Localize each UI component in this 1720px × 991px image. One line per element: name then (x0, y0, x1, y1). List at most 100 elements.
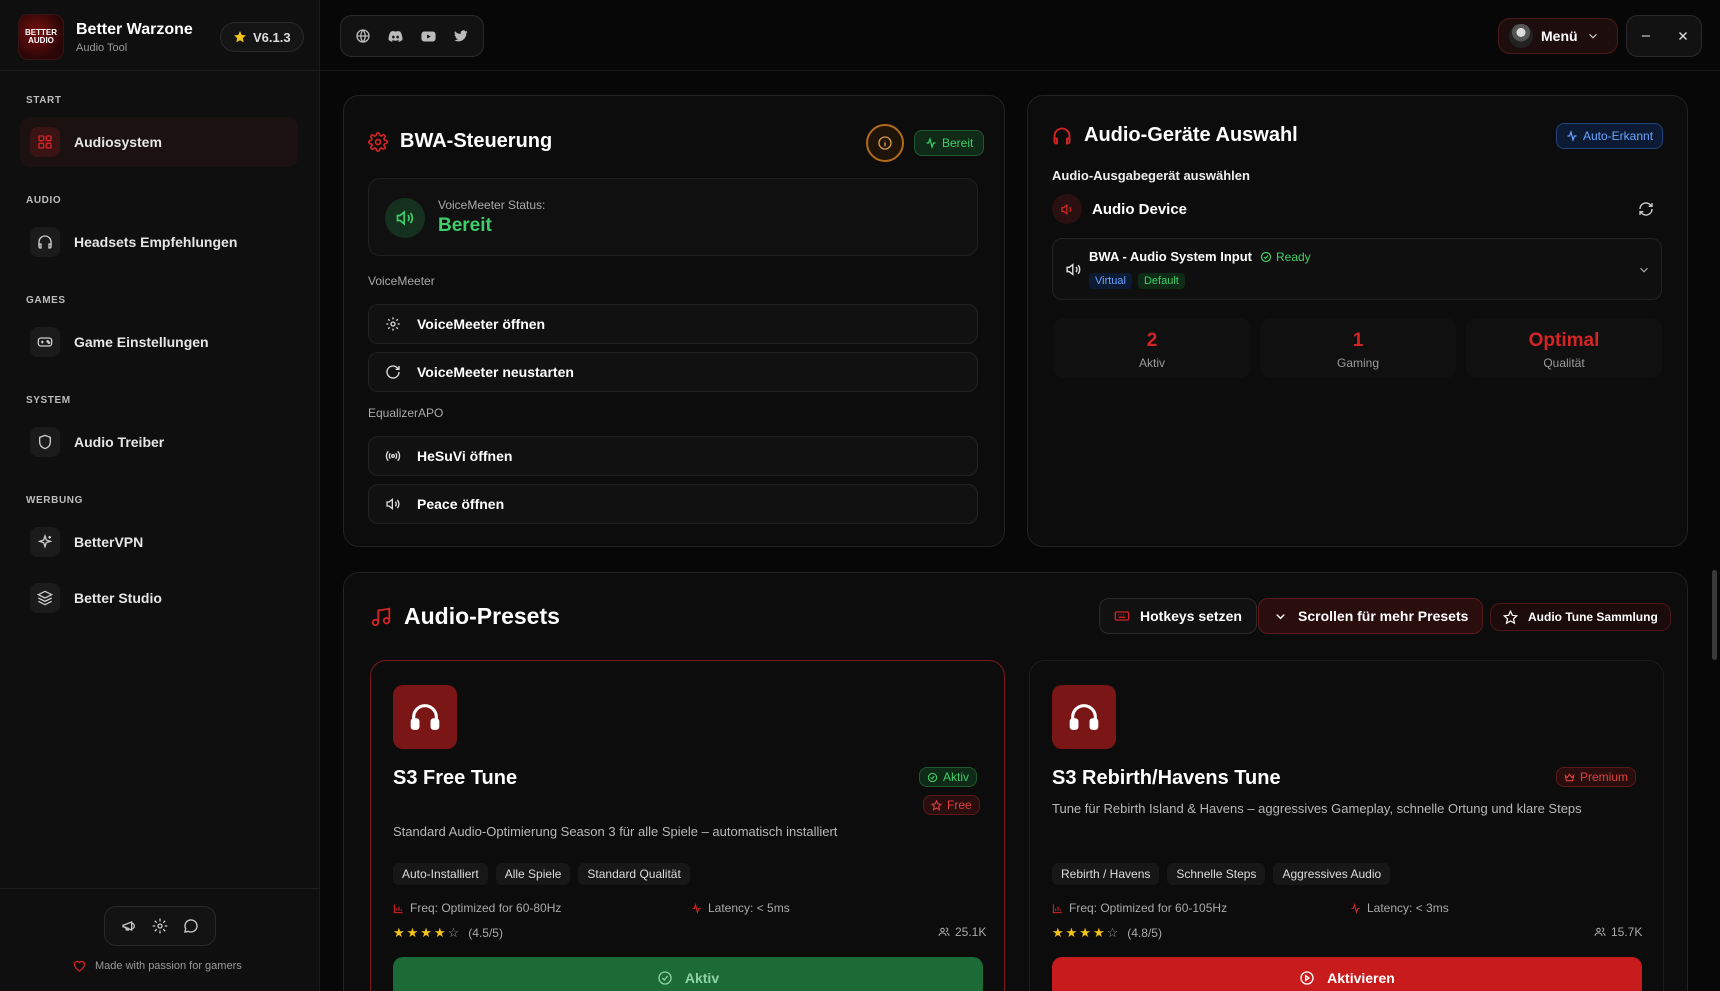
info-button[interactable] (866, 124, 904, 162)
scroll-more-presets-button[interactable]: Scrollen für mehr Presets (1258, 598, 1484, 634)
minimize-icon[interactable] (1639, 29, 1653, 43)
sidebar-item-bettervpn[interactable]: BetterVPN (20, 517, 298, 567)
play-circle-icon (1299, 970, 1315, 986)
preset-users: 25.1K (938, 925, 986, 939)
sidebar-item-better-studio[interactable]: Better Studio (20, 573, 298, 623)
megaphone-icon[interactable] (121, 918, 137, 934)
sidebar-item-game-settings[interactable]: Game Einstellungen (20, 317, 298, 367)
app-logo: BETTER AUDIO (18, 14, 64, 60)
audio-device-header: Audio Device (1052, 194, 1187, 224)
device-name: BWA - Audio System Input (1089, 249, 1252, 264)
device-tag: Default (1137, 273, 1185, 289)
preset-freq: Freq: Optimized for 60-105Hz (1052, 901, 1227, 915)
stat-label: Gaming (1336, 356, 1380, 370)
star-icon (931, 799, 942, 811)
gear-icon (368, 131, 388, 152)
sidebar-item-label: Audio Treiber (74, 434, 165, 450)
open-voicemeeter-button[interactable]: VoiceMeeter öffnen (368, 304, 978, 344)
sidebar-item-label: Audiosystem (74, 134, 162, 150)
made-with-passion: Made with passion for gamers (72, 958, 242, 973)
app-window: BETTER AUDIO Better Warzone Audio Tool V6… (0, 0, 1720, 991)
social-links (340, 15, 484, 57)
window-controls (1626, 15, 1702, 57)
menu-button[interactable]: Menü (1498, 18, 1618, 54)
hotkeys-button[interactable]: Hotkeys setzen (1099, 598, 1257, 634)
sidebar-item-audio-driver[interactable]: Audio Treiber (20, 417, 298, 467)
globe-icon[interactable] (355, 28, 371, 44)
rating-stars: ★★★★☆ (1052, 925, 1121, 940)
bar-chart-icon (393, 903, 404, 914)
device-select[interactable]: BWA - Audio System Input Ready Virtual D… (1052, 238, 1662, 300)
activity-icon (1566, 130, 1578, 142)
section-system: SYSTEM (26, 395, 71, 406)
preset-description: Tune für Rebirth Island & Havens – aggre… (1052, 801, 1582, 816)
group-label-voicemeeter: VoiceMeeter (368, 274, 435, 288)
close-icon[interactable] (1676, 29, 1690, 43)
devices-subtitle: Audio-Ausgabegerät auswählen (1052, 168, 1250, 183)
layers-icon (30, 583, 60, 613)
settings-icon[interactable] (152, 918, 168, 934)
stat-label: Qualität (1543, 356, 1585, 370)
version-badge: V6.1.3 (220, 22, 304, 52)
menu-label: Menü (1541, 28, 1578, 44)
activity-icon (691, 902, 702, 914)
sidebar-item-label: BetterVPN (74, 534, 144, 550)
speaker-icon (1065, 261, 1082, 278)
users-icon (938, 926, 950, 938)
vm-status-value: Bereit (438, 215, 492, 236)
chevron-down-icon (1586, 29, 1600, 43)
activate-preset-button[interactable]: Aktivieren (1052, 957, 1642, 991)
sparkles-icon (30, 527, 60, 557)
made-text: Made with passion for gamers (95, 959, 242, 972)
presets-title: Audio-Presets (370, 603, 560, 630)
sidebar-item-headsets[interactable]: Headsets Empfehlungen (20, 217, 298, 267)
twitter-icon[interactable] (453, 28, 469, 44)
app-subtitle: Audio Tool (76, 41, 128, 54)
sidebar-item-audiosystem[interactable]: Audiosystem (20, 117, 298, 167)
device-tag: Virtual (1089, 273, 1132, 289)
audio-tune-collection-button[interactable]: Audio Tune Sammlung (1490, 603, 1671, 631)
speaker-icon (1052, 194, 1082, 224)
tag: Alle Spiele (495, 863, 571, 885)
speaker-icon (385, 198, 425, 238)
shield-icon (30, 427, 60, 457)
preset-rating: ★★★★☆ (4.5/5) (393, 925, 503, 940)
preset-card: S3 Free Tune Aktiv Free Standard Audio-O… (370, 660, 1005, 991)
panel-title: Audio-Geräte Auswahl (1052, 124, 1298, 147)
section-games: GAMES (26, 295, 66, 306)
youtube-icon[interactable] (420, 28, 437, 45)
activity-icon (925, 137, 937, 149)
panel-title: BWA-Steuerung (368, 130, 552, 153)
section-audio: AUDIO (26, 195, 62, 206)
star-icon (1503, 609, 1518, 625)
discord-icon[interactable] (387, 28, 404, 45)
tag: Aggressives Audio (1273, 863, 1391, 885)
tag: Auto-Installiert (393, 863, 488, 885)
keyboard-icon (1114, 608, 1130, 624)
chat-icon[interactable] (183, 918, 199, 934)
section-werbung: WERBUNG (26, 495, 83, 506)
section-start: START (26, 95, 62, 106)
auto-detected-badge: Auto-Erkannt (1556, 123, 1664, 149)
open-hesuvi-button[interactable]: HeSuVi öffnen (368, 436, 978, 476)
preset-active-button[interactable]: Aktiv (393, 957, 983, 991)
vm-status-label: VoiceMeeter Status: (438, 198, 546, 212)
sidebar-item-label: Headsets Empfehlungen (74, 234, 238, 250)
avatar (1509, 24, 1533, 48)
preset-tags: Auto-Installiert Alle Spiele Standard Qu… (393, 863, 690, 885)
refresh-icon[interactable] (1638, 201, 1654, 217)
stat-label: Aktiv (1138, 356, 1165, 370)
rating-stars: ★★★★☆ (393, 925, 462, 940)
stat-value: 2 (1146, 330, 1158, 351)
headphones-icon (393, 685, 457, 749)
stat-value: Optimal (1528, 330, 1600, 351)
heart-icon (72, 958, 87, 973)
scrollbar[interactable] (1712, 570, 1717, 660)
restart-voicemeeter-button[interactable]: VoiceMeeter neustarten (368, 352, 978, 392)
chevron-down-icon (1637, 263, 1651, 277)
open-peace-button[interactable]: Peace öffnen (368, 484, 978, 524)
free-badge: Free (923, 795, 980, 815)
tag: Schnelle Steps (1167, 863, 1266, 885)
users-icon (1594, 926, 1606, 938)
status-badge: Bereit (914, 130, 985, 156)
